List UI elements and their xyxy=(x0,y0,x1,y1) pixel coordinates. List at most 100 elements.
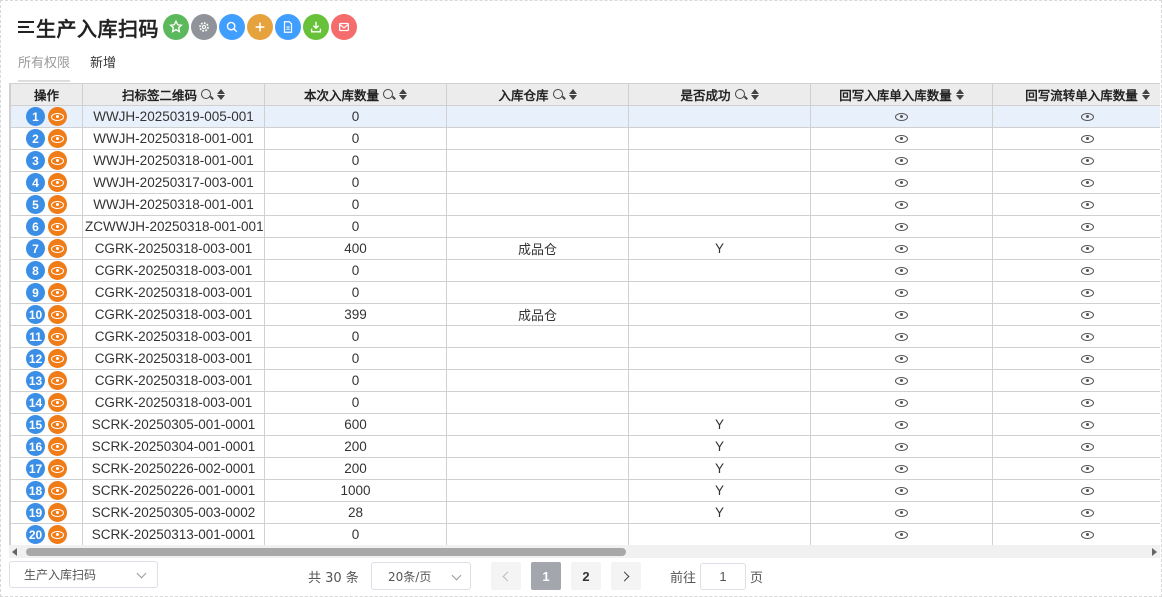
goto-page-input[interactable] xyxy=(700,563,746,590)
view-row-button[interactable] xyxy=(48,173,67,192)
eye-icon[interactable] xyxy=(895,443,908,451)
row-number-badge[interactable]: 12 xyxy=(26,349,45,368)
sort-icon[interactable] xyxy=(568,89,577,100)
eye-icon[interactable] xyxy=(895,223,908,231)
menu-icon[interactable] xyxy=(18,20,34,34)
table-row[interactable]: 19 SCRK-20250305-003-0002 28 Y xyxy=(10,501,1160,524)
row-number-badge[interactable]: 3 xyxy=(26,151,45,170)
view-row-button[interactable] xyxy=(48,393,67,412)
search-icon[interactable] xyxy=(383,88,395,101)
document-button[interactable] xyxy=(275,14,301,40)
row-number-badge[interactable]: 2 xyxy=(26,129,45,148)
view-row-button[interactable] xyxy=(48,283,67,302)
table-row[interactable]: 4 WWJH-20250317-003-001 0 xyxy=(10,171,1160,194)
table-row[interactable]: 3 WWJH-20250318-001-001 0 xyxy=(10,149,1160,172)
view-row-button[interactable] xyxy=(48,459,67,478)
view-row-button[interactable] xyxy=(48,349,67,368)
scroll-left-icon[interactable] xyxy=(12,548,17,556)
view-row-button[interactable] xyxy=(48,525,67,544)
eye-icon[interactable] xyxy=(1081,355,1094,363)
row-number-badge[interactable]: 20 xyxy=(26,525,45,544)
eye-icon[interactable] xyxy=(1081,487,1094,495)
row-number-badge[interactable]: 8 xyxy=(26,261,45,280)
view-row-button[interactable] xyxy=(48,327,67,346)
column-header-writeback-receipt[interactable]: 回写入库单入库数量 xyxy=(810,83,993,106)
row-number-badge[interactable]: 1 xyxy=(26,107,45,126)
eye-icon[interactable] xyxy=(1081,399,1094,407)
horizontal-scrollbar[interactable] xyxy=(9,545,1160,558)
table-row[interactable]: 11 CGRK-20250318-003-001 0 xyxy=(10,325,1160,348)
eye-icon[interactable] xyxy=(895,377,908,385)
eye-icon[interactable] xyxy=(1081,311,1094,319)
eye-icon[interactable] xyxy=(895,245,908,253)
eye-icon[interactable] xyxy=(1081,201,1094,209)
sort-icon[interactable] xyxy=(399,89,407,100)
row-number-badge[interactable]: 5 xyxy=(26,195,45,214)
row-number-badge[interactable]: 10 xyxy=(26,305,45,324)
eye-icon[interactable] xyxy=(895,289,908,297)
search-button[interactable] xyxy=(219,14,245,40)
eye-icon[interactable] xyxy=(1081,289,1094,297)
sort-icon[interactable] xyxy=(217,89,225,100)
eye-icon[interactable] xyxy=(1081,113,1094,121)
table-row[interactable]: 16 SCRK-20250304-001-0001 200 Y xyxy=(10,435,1160,458)
table-row[interactable]: 15 SCRK-20250305-001-0001 600 Y xyxy=(10,413,1160,436)
view-row-button[interactable] xyxy=(48,107,67,126)
table-row[interactable]: 13 CGRK-20250318-003-001 0 xyxy=(10,369,1160,392)
view-row-button[interactable] xyxy=(48,305,67,324)
table-row[interactable]: 7 CGRK-20250318-003-001 400 成品仓 Y xyxy=(10,237,1160,260)
delete-button[interactable] xyxy=(331,14,357,40)
scroll-right-icon[interactable] xyxy=(1152,548,1157,556)
eye-icon[interactable] xyxy=(1081,333,1094,341)
tab-add-new[interactable]: 新增 xyxy=(90,52,116,82)
eye-icon[interactable] xyxy=(895,531,908,539)
eye-icon[interactable] xyxy=(1081,267,1094,275)
eye-icon[interactable] xyxy=(1081,223,1094,231)
eye-icon[interactable] xyxy=(895,399,908,407)
view-row-button[interactable] xyxy=(48,217,67,236)
scrollbar-thumb[interactable] xyxy=(26,548,626,556)
tab-all-permissions[interactable]: 所有权限 xyxy=(18,52,71,82)
eye-icon[interactable] xyxy=(895,487,908,495)
eye-icon[interactable] xyxy=(895,135,908,143)
eye-icon[interactable] xyxy=(895,509,908,517)
view-row-button[interactable] xyxy=(48,151,67,170)
eye-icon[interactable] xyxy=(1081,443,1094,451)
page-button-1[interactable]: 1 xyxy=(531,562,561,590)
eye-icon[interactable] xyxy=(1081,179,1094,187)
row-number-badge[interactable]: 16 xyxy=(26,437,45,456)
export-button[interactable] xyxy=(303,14,329,40)
eye-icon[interactable] xyxy=(895,201,908,209)
table-row[interactable]: 18 SCRK-20250226-001-0001 1000 Y xyxy=(10,479,1160,502)
eye-icon[interactable] xyxy=(1081,157,1094,165)
column-header-warehouse[interactable]: 入库仓库 xyxy=(446,83,629,106)
column-header-writeback-transfer[interactable]: 回写流转单入库数量 xyxy=(992,83,1160,106)
page-button-2[interactable]: 2 xyxy=(571,562,601,590)
row-number-badge[interactable]: 7 xyxy=(26,239,45,258)
column-header-success[interactable]: 是否成功 xyxy=(628,83,811,106)
table-row[interactable]: 12 CGRK-20250318-003-001 0 xyxy=(10,347,1160,370)
eye-icon[interactable] xyxy=(895,179,908,187)
table-row[interactable]: 10 CGRK-20250318-003-001 399 成品仓 xyxy=(10,303,1160,326)
table-row[interactable]: 20 SCRK-20250313-001-0001 0 xyxy=(10,523,1160,545)
row-number-badge[interactable]: 19 xyxy=(26,503,45,522)
table-row[interactable]: 14 CGRK-20250318-003-001 0 xyxy=(10,391,1160,414)
eye-icon[interactable] xyxy=(1081,421,1094,429)
view-row-button[interactable] xyxy=(48,261,67,280)
eye-icon[interactable] xyxy=(895,421,908,429)
add-button[interactable] xyxy=(247,14,273,40)
eye-icon[interactable] xyxy=(1081,377,1094,385)
eye-icon[interactable] xyxy=(1081,245,1094,253)
table-row[interactable]: 1 WWJH-20250319-005-001 0 xyxy=(10,105,1160,128)
row-number-badge[interactable]: 11 xyxy=(26,327,45,346)
eye-icon[interactable] xyxy=(1081,465,1094,473)
prev-page-button[interactable] xyxy=(491,562,521,590)
eye-icon[interactable] xyxy=(895,113,908,121)
view-row-button[interactable] xyxy=(48,481,67,500)
view-row-button[interactable] xyxy=(48,415,67,434)
favorite-button[interactable] xyxy=(163,14,189,40)
view-row-button[interactable] xyxy=(48,129,67,148)
view-row-button[interactable] xyxy=(48,503,67,522)
eye-icon[interactable] xyxy=(895,355,908,363)
table-row[interactable]: 6 ZCWWJH-20250318-001-001 0 xyxy=(10,215,1160,238)
